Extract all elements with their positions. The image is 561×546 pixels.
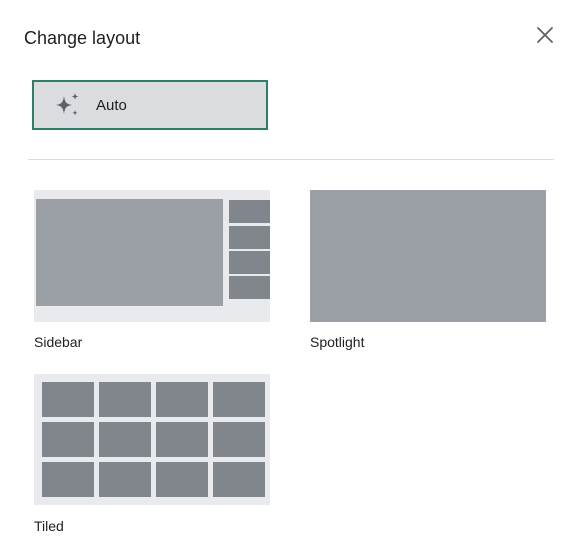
tiled-cell — [213, 462, 265, 497]
sidebar-side-tile — [229, 276, 270, 299]
change-layout-dialog: Change layout Auto Sidebar Spotlight Til… — [0, 0, 561, 546]
tiled-label: Tiled — [34, 518, 64, 534]
auto-layout-option[interactable]: Auto — [32, 80, 268, 130]
sidebar-side-tile — [229, 251, 270, 274]
sparkle-icon — [52, 89, 84, 121]
tiled-cell — [42, 462, 94, 497]
sidebar-side-tile — [229, 200, 270, 223]
tiled-cell — [42, 382, 94, 417]
tiled-cell — [213, 382, 265, 417]
auto-option-label: Auto — [96, 96, 127, 114]
tiled-preview — [34, 374, 270, 505]
tiled-cell — [42, 422, 94, 457]
spotlight-preview — [310, 190, 546, 322]
close-button[interactable] — [532, 24, 558, 50]
tiled-cell — [156, 462, 208, 497]
sidebar-preview — [34, 190, 270, 322]
sidebar-main-tile — [36, 199, 223, 306]
tiled-cell — [99, 382, 151, 417]
tiled-cell — [156, 422, 208, 457]
spotlight-main-tile — [310, 190, 546, 322]
layout-option-spotlight[interactable]: Spotlight — [310, 190, 546, 360]
layout-option-sidebar[interactable]: Sidebar — [34, 190, 270, 360]
spotlight-label: Spotlight — [310, 334, 365, 350]
tiled-cell — [99, 462, 151, 497]
divider — [28, 159, 554, 160]
close-icon — [536, 26, 554, 49]
tiled-cell — [156, 382, 208, 417]
sidebar-side-tile — [229, 226, 270, 249]
sidebar-label: Sidebar — [34, 334, 83, 350]
dialog-title: Change layout — [24, 28, 141, 48]
tiled-cell — [99, 422, 151, 457]
tiled-cell — [213, 422, 265, 457]
layout-option-tiled[interactable]: Tiled — [34, 374, 270, 544]
